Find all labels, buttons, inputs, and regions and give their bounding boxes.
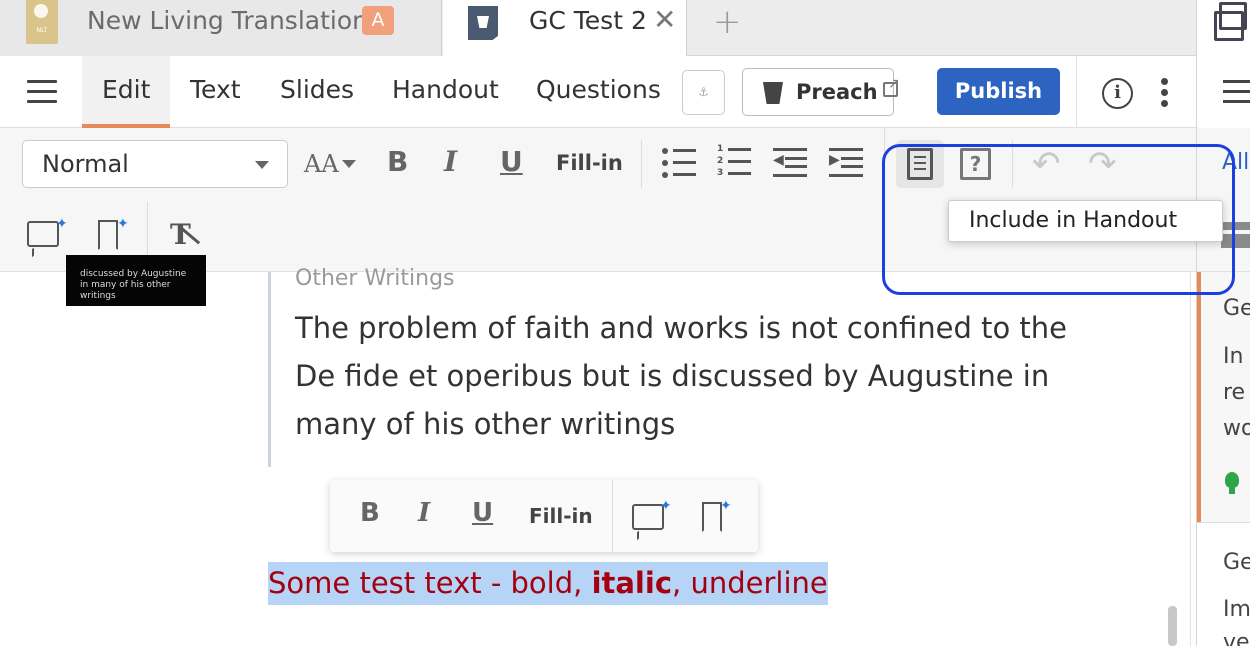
- divider: [641, 140, 642, 188]
- tab-edit[interactable]: Edit: [102, 75, 150, 104]
- block-indicator-bar: [268, 272, 271, 467]
- include-in-handout-tooltip: Include in Handout: [948, 200, 1223, 242]
- floating-format-toolbar: B I U Fill-in ✦ ✦: [330, 480, 758, 552]
- fill-in-button[interactable]: Fill-in: [556, 151, 623, 175]
- ai-bookmark-icon[interactable]: [98, 220, 118, 250]
- handout-icon: [907, 148, 933, 180]
- sparkle-icon: ✦: [720, 498, 732, 514]
- underline-button[interactable]: U: [472, 498, 493, 528]
- card-text: wo: [1223, 416, 1250, 441]
- bold-button[interactable]: B: [387, 145, 408, 178]
- selected-text-after: , underline: [672, 566, 828, 600]
- tab-title: GC Test 2: [529, 6, 647, 35]
- fill-in-button[interactable]: Fill-in: [529, 504, 593, 528]
- quote-paragraph[interactable]: The problem of faith and works is not co…: [295, 304, 1095, 448]
- section-label: Other Writings: [295, 266, 455, 291]
- numbered-list-icon[interactable]: 1 2 3: [717, 144, 751, 178]
- question-icon[interactable]: ?: [960, 148, 991, 180]
- selected-text-bold: italic: [591, 566, 673, 600]
- nlt-book-icon: NLT: [26, 0, 58, 44]
- paragraph-style-select[interactable]: Normal: [22, 140, 288, 188]
- podium-icon: [763, 82, 783, 104]
- sermon-doc-icon: [468, 6, 498, 40]
- undo-icon[interactable]: ↶: [1032, 144, 1061, 184]
- divider: [1197, 522, 1250, 523]
- indent-icon[interactable]: ▶: [829, 148, 863, 177]
- divider: [884, 128, 885, 200]
- tab-badge: A: [362, 6, 394, 35]
- card-title: Ge: [1223, 296, 1250, 321]
- windows-icon[interactable]: [1214, 2, 1247, 41]
- font-size-icon[interactable]: AA: [304, 150, 339, 178]
- paragraph-style-value: Normal: [42, 150, 129, 178]
- preach-label: Preach: [796, 80, 878, 104]
- tab-gc-test-2[interactable]: GC Test 2 ✕: [443, 0, 687, 57]
- tab-questions[interactable]: Questions: [536, 75, 661, 104]
- bullet-list-icon[interactable]: [662, 148, 696, 178]
- main-border: [1190, 272, 1191, 646]
- info-icon[interactable]: i: [1102, 78, 1133, 109]
- right-panel: All Ge In re wo Ge Im ve: [1196, 0, 1250, 646]
- menu-icon[interactable]: [27, 80, 57, 104]
- card-text: In: [1223, 344, 1244, 369]
- card-text: re: [1223, 380, 1246, 405]
- selected-text[interactable]: Some test text - bold, italic, underline: [268, 562, 828, 605]
- tab-handout[interactable]: Handout: [392, 75, 499, 104]
- panel-thumbnail: [1221, 222, 1250, 248]
- tab-title: New Living Translation: [87, 6, 368, 35]
- card-title: Ge: [1223, 550, 1250, 575]
- font-size-chevron-icon[interactable]: [342, 160, 356, 168]
- thumbnail-text: discussed by Augustine in many of his ot…: [80, 269, 187, 301]
- sparkle-icon: ✦: [660, 498, 672, 514]
- tab-slides[interactable]: Slides: [280, 75, 354, 104]
- sparkle-icon: ✦: [56, 216, 68, 232]
- tab-text[interactable]: Text: [190, 75, 241, 104]
- ai-bookmark-icon[interactable]: [702, 502, 722, 532]
- preach-button[interactable]: Preach: [742, 68, 900, 116]
- underline-button[interactable]: U: [500, 145, 523, 178]
- panel-menu-icon[interactable]: [1223, 80, 1250, 110]
- gear-icon: [34, 4, 48, 18]
- card-text: ve: [1223, 630, 1250, 646]
- selected-text-plain: Some test text - bold,: [268, 566, 592, 600]
- filter-all-link[interactable]: All: [1222, 150, 1249, 175]
- tab-new-living-translation[interactable]: NLT New Living Translation A: [0, 0, 442, 56]
- external-link-icon: [883, 76, 900, 97]
- scrollbar[interactable]: [1168, 606, 1177, 646]
- divider: [612, 480, 613, 552]
- new-tab-button[interactable]: +: [713, 2, 742, 42]
- italic-button[interactable]: I: [444, 145, 457, 178]
- anchor-button[interactable]: ⚓: [682, 70, 725, 115]
- font-size-label: AA: [304, 150, 339, 178]
- tab-bar: NLT New Living Translation A GC Test 2 ✕…: [0, 0, 1196, 57]
- more-options-icon[interactable]: [1161, 78, 1169, 108]
- italic-button[interactable]: I: [418, 498, 430, 528]
- redo-icon[interactable]: ↷: [1088, 144, 1117, 184]
- main-toolbar: Edit Text Slides Handout Questions ⚓ Pre…: [0, 56, 1196, 128]
- close-icon[interactable]: ✕: [653, 3, 676, 36]
- bold-button[interactable]: B: [360, 498, 380, 528]
- publish-button[interactable]: Publish: [937, 68, 1060, 115]
- clear-formatting-icon[interactable]: T: [170, 218, 191, 251]
- toolbar-divider: [1076, 56, 1077, 128]
- slide-thumbnail[interactable]: discussed by Augustine in many of his ot…: [66, 255, 206, 306]
- lightbulb-icon: [1225, 472, 1239, 494]
- nlt-icon-label: NLT: [36, 27, 48, 34]
- sparkle-icon: ✦: [117, 216, 129, 232]
- divider: [1012, 140, 1013, 188]
- card-text: Im: [1223, 597, 1250, 622]
- outdent-icon[interactable]: ◀: [773, 148, 807, 177]
- include-in-handout-button[interactable]: [896, 140, 944, 188]
- ai-comment-icon[interactable]: [27, 221, 59, 247]
- chevron-down-icon: [255, 161, 269, 169]
